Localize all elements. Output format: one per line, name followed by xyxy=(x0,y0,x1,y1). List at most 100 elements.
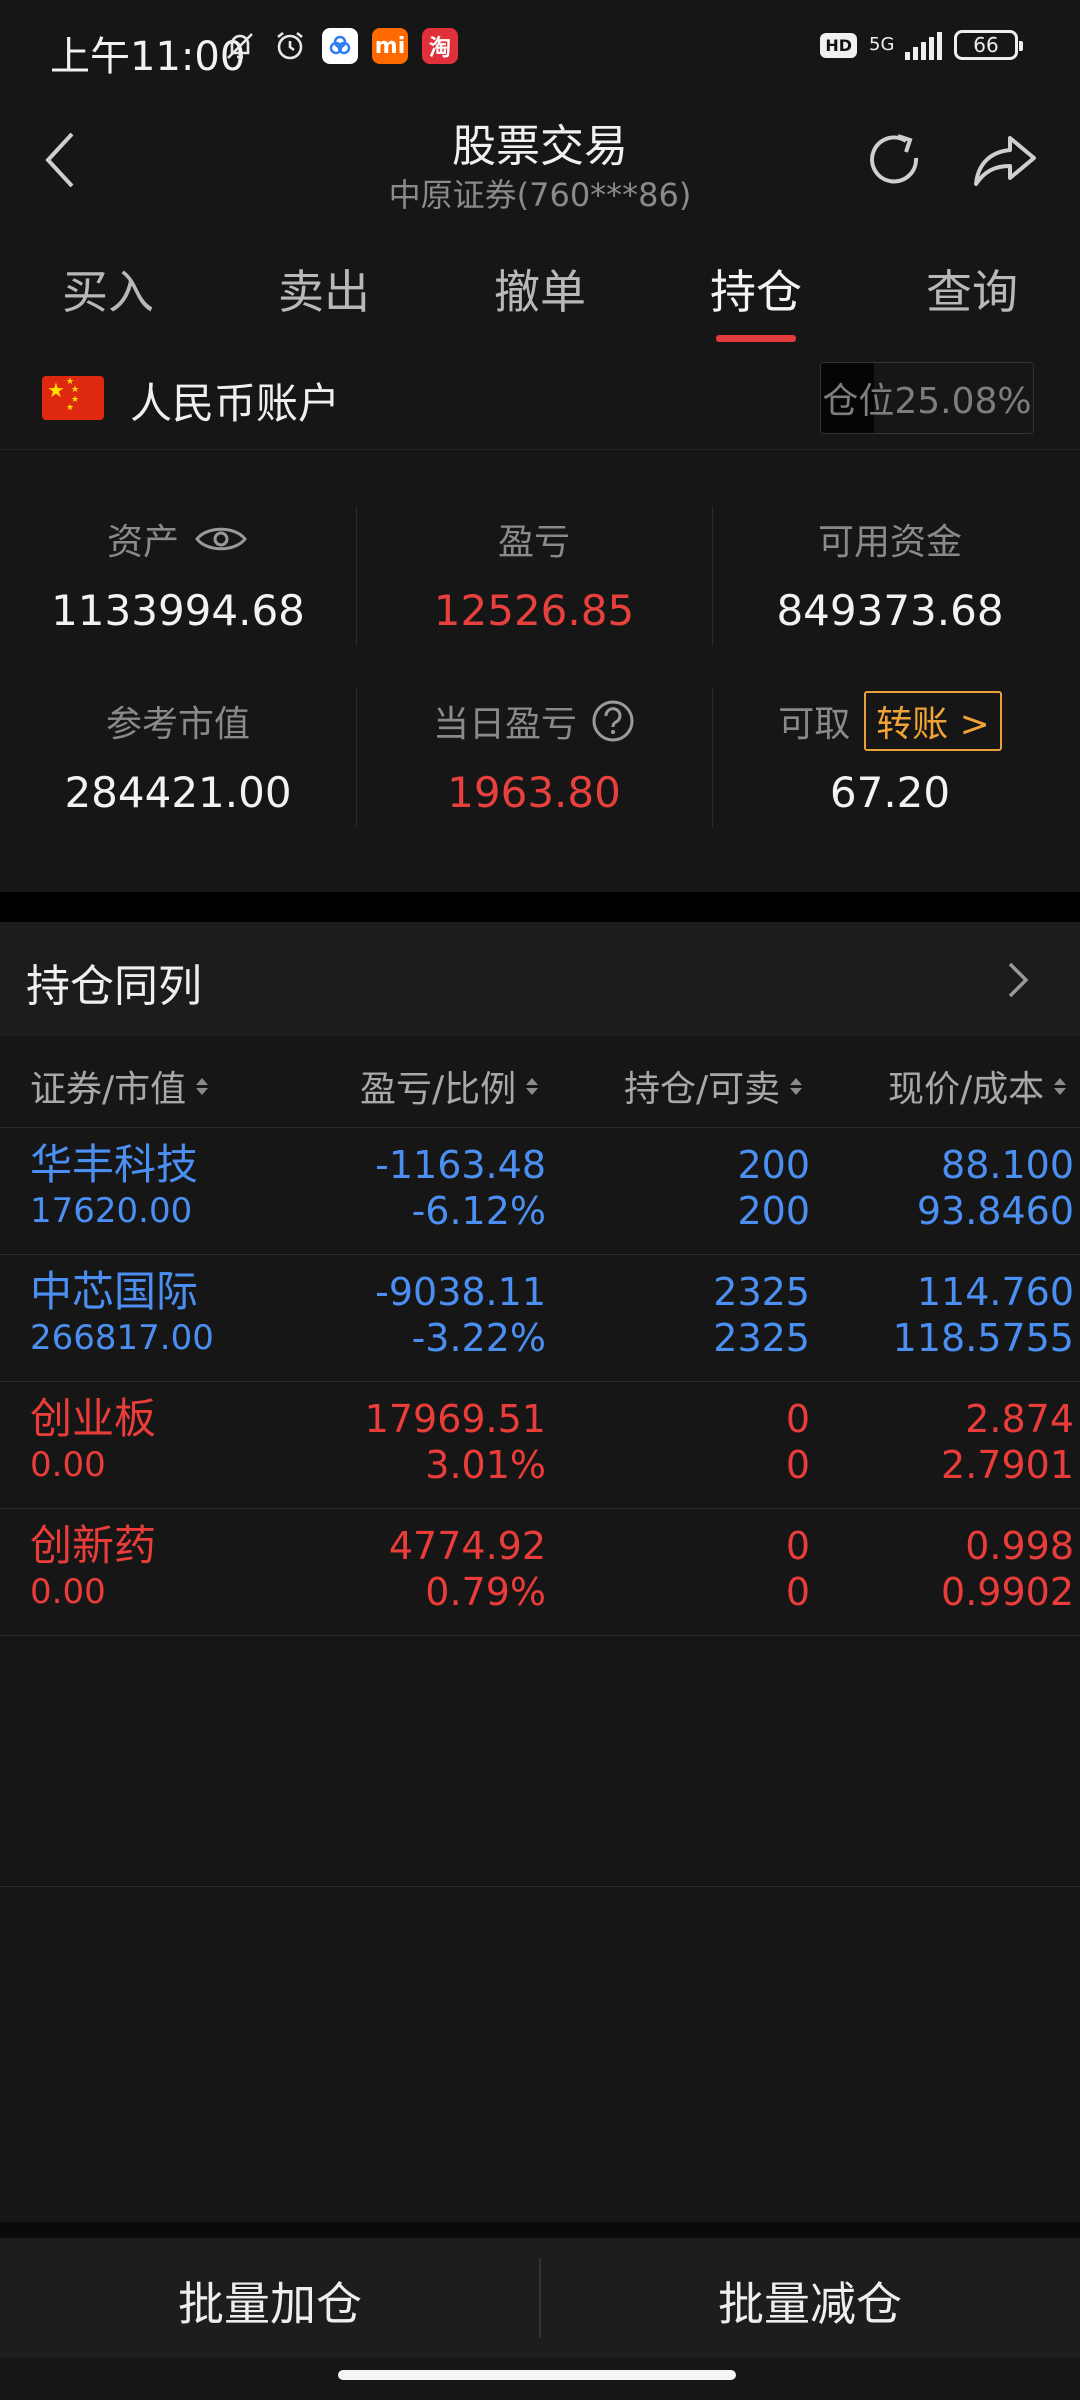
signal-icon xyxy=(905,30,942,60)
sellable-qty: 200 xyxy=(737,1189,810,1233)
status-time: 上午11:00 xyxy=(50,34,246,80)
holding-qty: 0 xyxy=(785,1524,810,1568)
battery-icon: 66 xyxy=(954,30,1023,60)
status-system-icons: HD 5G 66 xyxy=(820,30,1023,60)
battery-level: 66 xyxy=(973,33,999,57)
xiaomi-app-icon: mi xyxy=(372,28,408,64)
cost-price: 93.8460 xyxy=(916,1189,1074,1233)
pnl-amount: 17969.51 xyxy=(364,1397,546,1441)
cost-price: 0.9902 xyxy=(941,1570,1074,1614)
position-ratio-indicator: 仓位25.08% xyxy=(820,362,1034,434)
market-value-value: 284421.00 xyxy=(64,768,292,817)
pnl-ratio: -3.22% xyxy=(411,1316,546,1360)
tab-cancel-order[interactable]: 撤单 xyxy=(432,240,648,350)
market-value-label: 参考市值 xyxy=(105,704,250,745)
status-notification-icons: mi 淘 xyxy=(222,28,458,64)
holding-qty: 200 xyxy=(737,1143,810,1187)
table-row[interactable]: 华丰科技 17620.00 -1163.48 -6.12% 200 200 88.10… xyxy=(0,1128,1080,1255)
security-name: 中芯国际 xyxy=(30,1267,199,1316)
bottom-separator xyxy=(0,2222,1080,2238)
stat-assets: 资产 1133994.68 xyxy=(0,504,356,684)
available-funds-label: 可用资金 xyxy=(817,522,962,563)
holding-qty: 2325 xyxy=(713,1270,810,1314)
transfer-button[interactable]: 转账 > xyxy=(864,691,1002,751)
security-market-value: 0.00 xyxy=(30,1572,106,1612)
pnl-amount: -1163.48 xyxy=(375,1143,546,1187)
sort-pnl-header[interactable]: 盈亏/比例 xyxy=(360,1060,539,1112)
refresh-button[interactable] xyxy=(862,128,926,192)
security-market-value: 0.00 xyxy=(30,1445,106,1485)
pnl-amount: 4774.92 xyxy=(388,1524,546,1568)
current-price: 88.100 xyxy=(941,1143,1074,1187)
available-funds-value: 849373.68 xyxy=(776,586,1004,635)
tab-query[interactable]: 查询 xyxy=(864,240,1080,350)
table-row[interactable]: 中芯国际 266817.00 -9038.11 -3.22% 2325 2325 11… xyxy=(0,1255,1080,1382)
pnl-amount: -9038.11 xyxy=(375,1270,546,1314)
holding-qty: 0 xyxy=(785,1397,810,1441)
trade-tabs: 买入 卖出 撤单 持仓 查询 xyxy=(0,240,1080,350)
home-indicator[interactable] xyxy=(338,2370,736,2380)
sort-icon xyxy=(790,1077,803,1095)
daily-pnl-label: 当日盈亏 xyxy=(432,704,577,745)
taobao-app-icon: 淘 xyxy=(422,28,458,64)
sort-price-header[interactable]: 现价/成本 xyxy=(888,1060,1067,1112)
bottom-divider xyxy=(539,2258,541,2338)
cost-price: 2.7901 xyxy=(941,1443,1074,1487)
batch-reduce-button[interactable]: 批量减仓 xyxy=(540,2238,1080,2358)
sort-holding-header[interactable]: 持仓/可卖 xyxy=(624,1060,803,1112)
share-arrow-icon xyxy=(974,136,1036,186)
security-name: 创业板 xyxy=(30,1394,157,1443)
table-row[interactable]: 创新药 0.00 4774.92 0.79% 00 0.998 0.9902 xyxy=(0,1509,1080,1636)
help-question-icon[interactable] xyxy=(591,699,635,743)
batch-add-button[interactable]: 批量加仓 xyxy=(0,2238,540,2358)
app-header: 股票交易 中原证券(760***86) xyxy=(0,100,1080,220)
china-flag-icon: ★ ★ ★ ★ ★ xyxy=(42,376,104,420)
stat-available-funds: 可用资金 849373.68 xyxy=(712,504,1068,684)
cloud-app-icon xyxy=(322,28,358,64)
stat-daily-pnl: 当日盈亏 1963.80 xyxy=(356,686,712,866)
security-name: 创新药 xyxy=(30,1521,157,1570)
current-price: 114.760 xyxy=(916,1270,1074,1314)
section-title: 持仓同列 xyxy=(26,961,202,1012)
security-name: 华丰科技 xyxy=(30,1140,199,1189)
pnl-label: 盈亏 xyxy=(497,522,570,563)
tab-buy[interactable]: 买入 xyxy=(0,240,216,350)
table-row[interactable]: 创业板 0.00 17969.51 3.01% 00 2.874 2.7901 xyxy=(0,1382,1080,1509)
share-button[interactable] xyxy=(970,128,1040,192)
holdings-table-header: 证券/市值 盈亏/比例 持仓/可卖 现价/成本 xyxy=(0,1036,1080,1128)
pnl-value: 12526.85 xyxy=(433,586,635,635)
pnl-ratio: -6.12% xyxy=(411,1189,546,1233)
list-end-divider xyxy=(0,1886,1080,1887)
pnl-ratio: 3.01% xyxy=(425,1443,546,1487)
sort-icon xyxy=(526,1077,539,1095)
cost-price: 118.5755 xyxy=(892,1316,1074,1360)
alarm-clock-icon xyxy=(272,28,308,64)
header-price-label: 现价/成本 xyxy=(888,1069,1045,1110)
stat-market-value: 参考市值 284421.00 xyxy=(0,686,356,866)
sellable-qty: 0 xyxy=(785,1443,810,1487)
assets-label: 资产 xyxy=(106,522,179,563)
header-holding-label: 持仓/可卖 xyxy=(624,1069,781,1110)
sort-icon xyxy=(196,1077,209,1095)
hd-icon: HD xyxy=(820,32,857,58)
position-ratio-label: 仓位25.08% xyxy=(822,381,1032,422)
bottom-action-bar: 批量加仓 批量减仓 xyxy=(0,2238,1080,2358)
current-price: 0.998 xyxy=(965,1524,1074,1568)
stat-withdrawable: 可取 转账 > 67.20 xyxy=(712,686,1068,866)
withdrawable-label: 可取 xyxy=(778,704,851,745)
mute-bell-icon xyxy=(222,28,258,64)
holdings-section-header[interactable]: 持仓同列 xyxy=(0,922,1080,1036)
network-type: 5G xyxy=(869,34,895,55)
pnl-ratio: 0.79% xyxy=(425,1570,546,1614)
daily-pnl-value: 1963.80 xyxy=(447,768,621,817)
tab-sell[interactable]: 卖出 xyxy=(216,240,432,350)
eye-icon[interactable] xyxy=(193,522,249,556)
security-market-value: 17620.00 xyxy=(30,1191,193,1231)
account-row: ★ ★ ★ ★ ★ 人民币账户 仓位25.08% xyxy=(0,350,1080,450)
sort-security-header[interactable]: 证券/市值 xyxy=(30,1060,209,1112)
sort-icon xyxy=(1054,1077,1067,1095)
chevron-right-icon xyxy=(1008,962,1029,998)
tab-holdings[interactable]: 持仓 xyxy=(648,240,864,350)
header-pnl-label: 盈亏/比例 xyxy=(360,1069,517,1110)
sellable-qty: 2325 xyxy=(713,1316,810,1360)
